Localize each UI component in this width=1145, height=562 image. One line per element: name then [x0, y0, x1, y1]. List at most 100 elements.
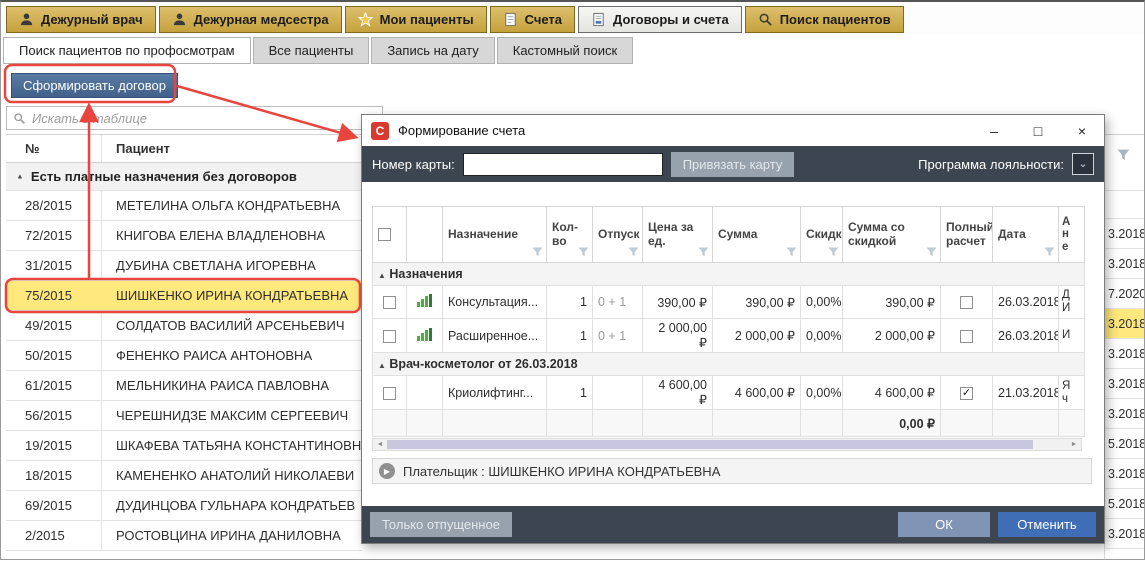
tab-label: Кастомный поиск [513, 43, 617, 58]
person-icon [172, 12, 187, 27]
person-icon [19, 12, 34, 27]
row-checkbox[interactable] [383, 387, 396, 400]
group-expand-icon: ▲ [378, 361, 386, 370]
table-row[interactable]: 61/2015МЕЛЬНИКИНА РАИСА ПАВЛОВНА [6, 371, 362, 401]
card-number-input[interactable] [463, 153, 663, 176]
patient-number: 56/2015 [6, 401, 102, 430]
ok-button[interactable]: ОК [898, 512, 990, 537]
date-fragment-selected: 3.2018 [1105, 309, 1144, 339]
scrollbar-thumb[interactable] [387, 440, 1033, 449]
select-all-checkbox[interactable] [378, 228, 391, 241]
tab-all-patients[interactable]: Все пациенты [253, 37, 370, 64]
select-all-header[interactable] [373, 207, 407, 263]
invoice-row[interactable]: Расширенное... 1 0 + 1 2 000,00 ₽ 2 000,… [373, 319, 1085, 353]
date-fragment: 5.2018 [1105, 489, 1144, 519]
filter-funnel-icon[interactable] [828, 247, 839, 257]
invoice-items-grid: Назначение Кол-во Отпуск Цена за ед. Сум… [372, 206, 1085, 437]
bind-card-button[interactable]: Привязать карту [671, 152, 795, 177]
table-row[interactable]: 28/2015МЕТЕЛИНА ОЛЬГА КОНДРАТЬЕВНА [6, 191, 362, 221]
tab-patient-search[interactable]: Поиск пациентов [745, 6, 904, 33]
date-fragment: 3.2018 [1105, 519, 1144, 549]
date-fragment: 3.2018 [1105, 459, 1144, 489]
tab-my-patients[interactable]: Мои пациенты [345, 6, 487, 33]
search-input[interactable] [32, 111, 376, 126]
column-header-sum[interactable]: Сумма [713, 207, 801, 263]
patients-table-header: № Пациент [6, 135, 362, 163]
filter-funnel-icon[interactable] [578, 247, 589, 257]
table-row[interactable]: 49/2015СОЛДАТОВ ВАСИЛИЙ АРСЕНЬЕВИЧ [6, 311, 362, 341]
only-dispensed-button[interactable]: Только отпущенное [370, 512, 512, 537]
table-row[interactable]: 50/2015ФЕНЕНКО РАИСА АНТОНОВНА [6, 341, 362, 371]
form-contract-button[interactable]: Сформировать договор [11, 73, 178, 98]
grid-summary-row: 0,00 ₽ [373, 410, 1085, 437]
scroll-left-icon[interactable]: ◄ [373, 441, 387, 448]
row-checkbox[interactable] [383, 330, 396, 343]
patients-group-row[interactable]: ▲ Есть платные назначения без договоров [6, 163, 362, 191]
invoice-dialog: С Формирование счета – □ × Номер карты: … [361, 114, 1105, 544]
filter-funnel-icon[interactable] [1117, 149, 1130, 161]
invoice-row[interactable]: Криолифтинг... 1 4 600,00 ₽ 4 600,00 ₽ 0… [373, 376, 1085, 410]
contract-icon [591, 12, 606, 27]
full-calc-checkbox[interactable] [960, 296, 973, 309]
column-header-date[interactable]: Дата [993, 207, 1059, 263]
filter-funnel-icon[interactable] [786, 247, 797, 257]
grid-group-row[interactable]: ▲ Врач-косметолог от 26.03.2018 [373, 353, 1085, 376]
column-header-number[interactable]: № [6, 135, 102, 162]
row-checkbox[interactable] [383, 296, 396, 309]
table-row[interactable]: 18/2015КАМЕНЕНКО АНАТОЛИЙ НИКОЛАЕВИ [6, 461, 362, 491]
patient-name: ШИШКЕНКО ИРИНА КОНДРАТЬЕВНА [102, 281, 362, 310]
tab-custom-search[interactable]: Кастомный поиск [497, 37, 633, 64]
close-button[interactable]: × [1060, 115, 1104, 146]
app-logo-icon: С [371, 122, 389, 140]
filter-funnel-icon[interactable] [532, 247, 543, 257]
tab-duty-doctor[interactable]: Дежурный врач [6, 6, 156, 33]
tab-duty-nurse[interactable]: Дежурная медсестра [159, 6, 342, 33]
column-header-discount[interactable]: Скидка [801, 207, 843, 263]
table-row[interactable]: 69/2015ДУДИНЦОВА ГУЛЬНАРА КОНДРАТЬЕВ [6, 491, 362, 521]
icon-column-header [407, 207, 443, 263]
invoice-row[interactable]: Консультация... 1 0 + 1 390,00 ₽ 390,00 … [373, 286, 1085, 319]
table-row[interactable]: 2/2015РОСТОВЦИНА ИРИНА ДАНИЛОВНА [6, 521, 362, 551]
table-row-selected[interactable]: 75/2015ШИШКЕНКО ИРИНА КОНДРАТЬЕВНА [6, 281, 362, 311]
patient-name: ДУДИНЦОВА ГУЛЬНАРА КОНДРАТЬЕВ [102, 491, 362, 520]
full-calc-checkbox[interactable]: ✓ [960, 387, 973, 400]
column-header-full-calc[interactable]: Полный расчет [941, 207, 993, 263]
tab-contracts-invoices[interactable]: Договоры и счета [578, 6, 742, 33]
sum: 4 600,00 ₽ [713, 376, 801, 410]
table-row[interactable]: 31/2015ДУБИНА СВЕТЛАНА ИГОРЕВНА [6, 251, 362, 281]
minimize-button[interactable]: – [972, 115, 1016, 146]
filter-funnel-icon[interactable] [698, 247, 709, 257]
tab-booking-by-date[interactable]: Запись на дату [371, 37, 494, 64]
filter-funnel-icon[interactable] [926, 247, 937, 257]
column-header-unit-price[interactable]: Цена за ед. [643, 207, 713, 263]
table-row[interactable]: 19/2015ШКАФЕВА ТАТЬЯНА КОНСТАНТИНОВН [6, 431, 362, 461]
scroll-right-icon[interactable]: ► [1067, 441, 1081, 448]
horizontal-scrollbar[interactable]: ◄ ► [372, 438, 1082, 451]
table-row[interactable]: 72/2015КНИГОВА ЕЛЕНА ВЛАДЛЕНОВНА [6, 221, 362, 251]
maximize-button[interactable]: □ [1016, 115, 1060, 146]
discount: 0,00% [801, 376, 843, 410]
column-header-qty[interactable]: Кол-во [547, 207, 593, 263]
table-row[interactable]: 56/2015ЧЕРЕШНИДЗЕ МАКСИМ СЕРГЕЕВИЧ [6, 401, 362, 431]
filter-funnel-icon[interactable] [1044, 247, 1055, 257]
filter-funnel-icon[interactable] [628, 247, 639, 257]
group-expand-icon: ▲ [378, 271, 386, 280]
cancel-button[interactable]: Отменить [998, 512, 1096, 537]
patient-number: 49/2015 [6, 311, 102, 340]
summary-total: 0,00 ₽ [843, 410, 941, 437]
patient-number: 2/2015 [6, 521, 102, 550]
column-header-name[interactable]: Назначение [443, 207, 547, 263]
tab-label: Договоры и счета [613, 12, 729, 27]
column-header-patient[interactable]: Пациент [102, 135, 362, 162]
full-calc-checkbox[interactable] [960, 330, 973, 343]
tab-invoices[interactable]: Счета [490, 6, 575, 33]
payer-label: Плательщик : ШИШКЕНКО ИРИНА КОНДРАТЬЕВНА [403, 464, 720, 479]
expander-icon[interactable]: ▶ [379, 463, 395, 479]
unit-price: 2 000,00 ₽ [643, 319, 713, 353]
column-header-sum-discounted[interactable]: Сумма со скидкой [843, 207, 941, 263]
column-header-dispensed[interactable]: Отпуск [593, 207, 643, 263]
tab-search-by-checkups[interactable]: Поиск пациентов по профосмотрам [3, 37, 251, 64]
loyalty-dropdown[interactable]: ⌄ [1072, 153, 1094, 175]
grid-group-row[interactable]: ▲ Назначения [373, 263, 1085, 286]
payer-bar[interactable]: ▶ Плательщик : ШИШКЕНКО ИРИНА КОНДРАТЬЕВ… [372, 458, 1092, 484]
